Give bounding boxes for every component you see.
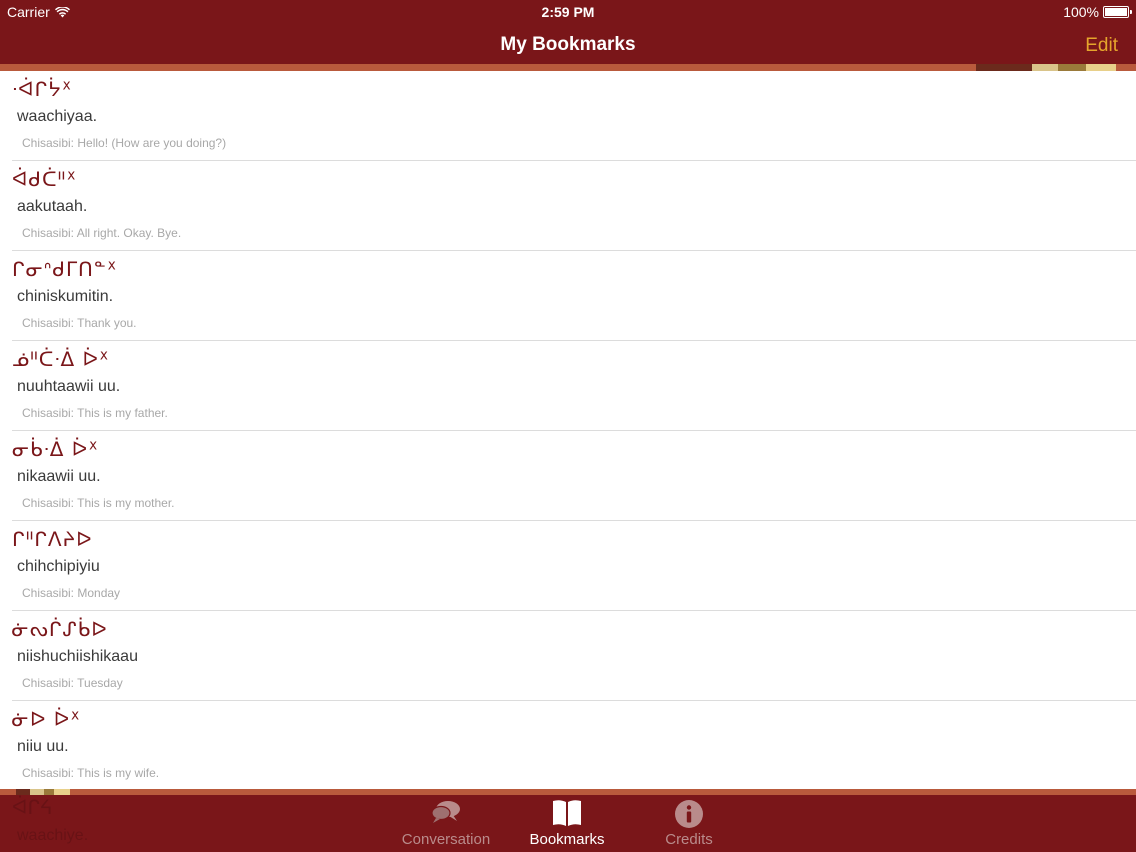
translation-text: Chisasibi: Hello! (How are you doing?) <box>22 136 227 150</box>
stripe-pattern-block <box>976 64 1032 71</box>
battery-indicator: 100% <box>1063 4 1132 20</box>
stripe-pattern-block <box>1086 64 1116 71</box>
nav-decorative-stripe <box>0 64 1136 71</box>
tab-bar: Conversation Bookmarks Credits <box>0 795 1136 852</box>
bookmark-row[interactable]: ᒋᓂᐢᑯᒥᑎᓐᕽ chiniskumitin. Chisasibi: Thank… <box>12 251 1136 341</box>
chat-bubbles-icon <box>431 801 460 823</box>
translation-text: Chisasibi: This is my wife. <box>22 766 160 780</box>
roman-text: chiniskumitin. <box>17 288 114 305</box>
translation-text: Chisasibi: This is my father. <box>22 406 168 420</box>
tab-credits[interactable]: Credits <box>634 795 744 852</box>
stripe-pattern-block <box>1058 64 1086 71</box>
bookmark-list[interactable]: ᐧᐋᒋᔮᕽ waachiyaa. Chisasibi: Hello! (How … <box>0 71 1136 791</box>
syllabics-text: ᓃᐅ ᐆᕽ <box>12 707 81 731</box>
roman-text: niiu uu. <box>17 738 69 755</box>
translation-text: Chisasibi: This is my mother. <box>22 496 175 510</box>
syllabics-text: ᓅᐦᑖᐧᐄ ᐆᕽ <box>12 347 110 371</box>
bookmark-row[interactable]: ᓃᔓᒌᔑᑳᐅ niishuchiishikaau Chisasibi: Tues… <box>12 611 1136 701</box>
info-icon <box>675 800 703 828</box>
stripe-pattern-block <box>1032 64 1058 71</box>
page-title: My Bookmarks <box>500 34 636 55</box>
bookmark-row[interactable]: ᐧᐋᒋᔮᕽ waachiyaa. Chisasibi: Hello! (How … <box>12 71 1136 161</box>
navigation-bar: My Bookmarks Edit <box>0 24 1136 64</box>
syllabics-text: ᓃᔓᒌᔑᑳᐅ <box>12 617 108 641</box>
syllabics-text: ᒋᐦᒋᐱᔨᐅ <box>12 527 93 551</box>
battery-icon <box>1103 6 1132 18</box>
syllabics-text: ᐋᑯᑖᐦᕽ <box>12 167 77 191</box>
tab-bookmarks[interactable]: Bookmarks <box>512 795 622 852</box>
translation-text: Chisasibi: Monday <box>22 586 121 600</box>
tab-label: Bookmarks <box>529 831 605 848</box>
tab-label: Credits <box>665 831 713 848</box>
roman-text: nikaawii uu. <box>17 468 101 485</box>
syllabics-text: ᓂᑳᐧᐄ ᐆᕽ <box>12 437 99 461</box>
translation-text: Chisasibi: Tuesday <box>22 676 123 690</box>
tab-label: Conversation <box>401 831 491 848</box>
tab-conversation[interactable]: Conversation <box>391 795 501 852</box>
roman-text: chihchipiyiu <box>17 558 100 575</box>
bookmark-row[interactable]: ᐋᑯᑖᐦᕽ aakutaah. Chisasibi: All right. Ok… <box>12 161 1136 251</box>
bookmark-row[interactable]: ᓅᐦᑖᐧᐄ ᐆᕽ nuuhtaawii uu. Chisasibi: This … <box>12 341 1136 431</box>
bookmark-row[interactable]: ᒋᐦᒋᐱᔨᐅ chihchipiyiu Chisasibi: Monday <box>12 521 1136 611</box>
bookmark-row[interactable]: ᓂᑳᐧᐄ ᐆᕽ nikaawii uu. Chisasibi: This is … <box>12 431 1136 521</box>
syllabics-text: ᐧᐋᒋᔮᕽ <box>12 77 73 101</box>
roman-text: nuuhtaawii uu. <box>17 378 121 395</box>
edit-button[interactable]: Edit <box>1085 35 1118 57</box>
status-bar: Carrier 2:59 PM 100% <box>0 0 1136 24</box>
syllabics-text: ᒋᓂᐢᑯᒥᑎᓐᕽ <box>12 257 118 281</box>
roman-text: waachiyaa. <box>17 108 98 125</box>
status-time: 2:59 PM <box>541 4 595 20</box>
open-book-icon <box>553 800 581 826</box>
battery-percent: 100% <box>1063 4 1099 20</box>
roman-text: niishuchiishikaau <box>17 648 138 665</box>
roman-text: aakutaah. <box>17 198 88 215</box>
bookmark-row[interactable]: ᓃᐅ ᐆᕽ niiu uu. Chisasibi: This is my wif… <box>12 701 1136 791</box>
translation-text: Chisasibi: Thank you. <box>22 316 137 330</box>
translation-text: Chisasibi: All right. Okay. Bye. <box>22 226 182 240</box>
